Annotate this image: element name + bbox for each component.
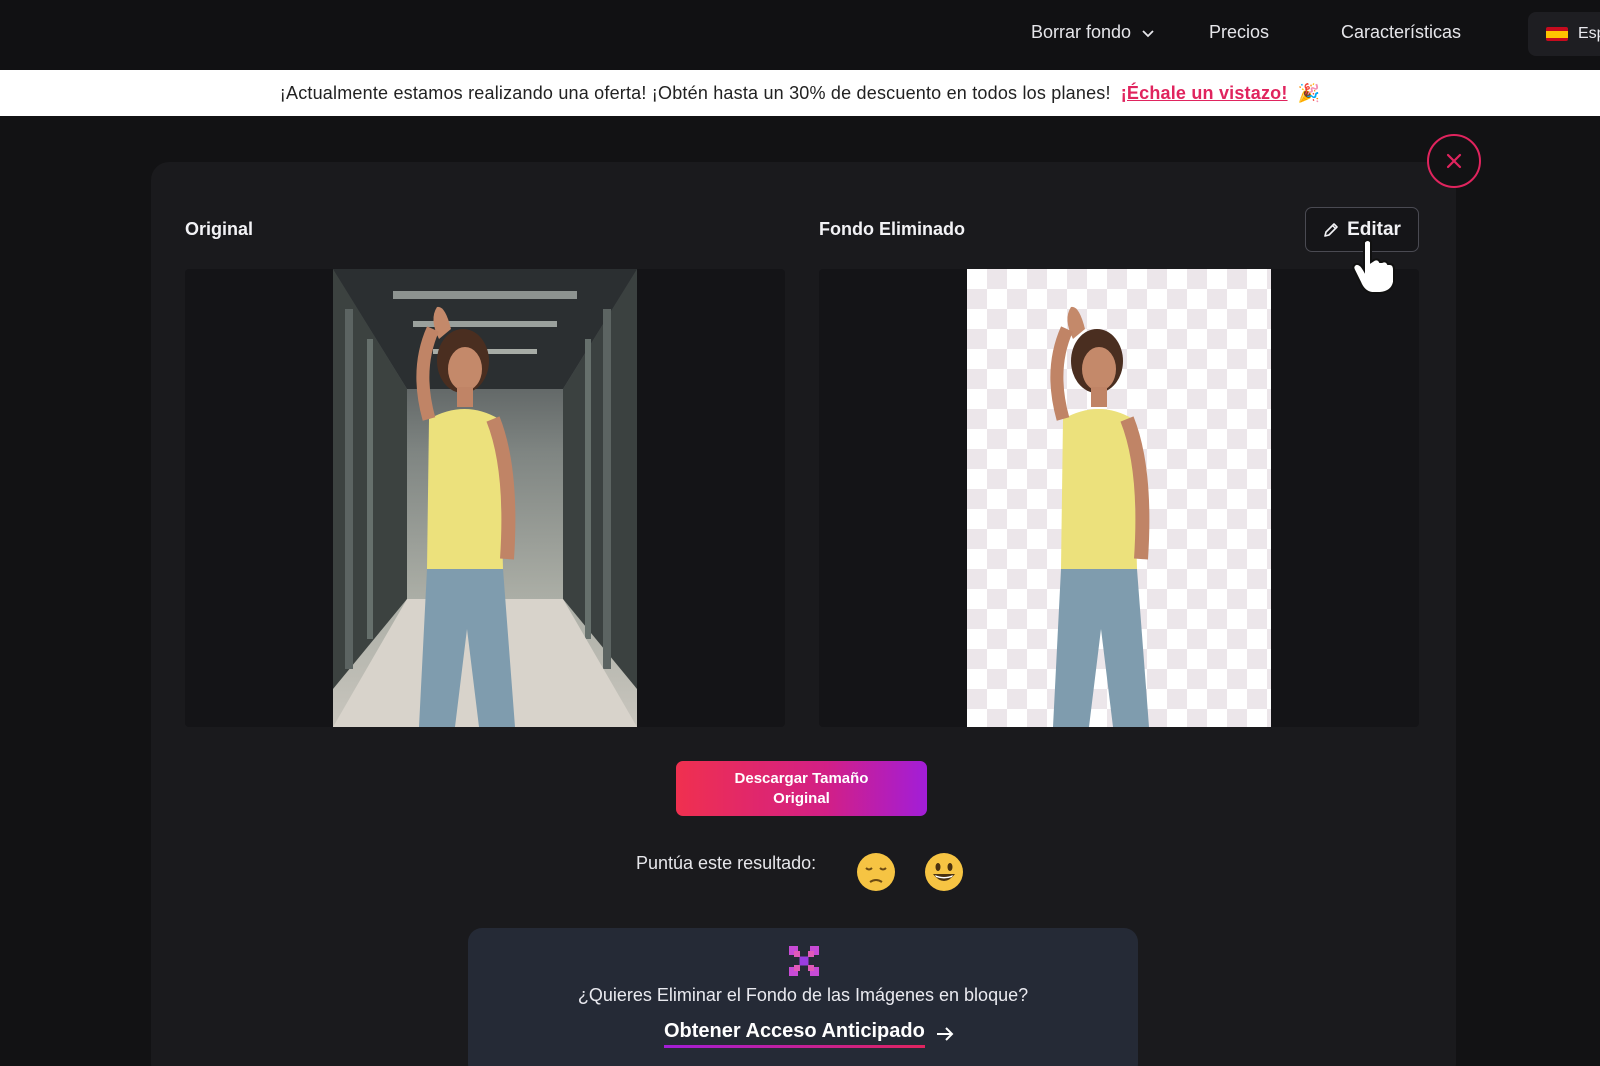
language-selector[interactable]: Esp [1528,12,1600,56]
nav-borrar-fondo-label: Borrar fondo [1031,22,1132,42]
download-original-button[interactable]: Descargar Tamaño Original [676,761,927,816]
close-icon [1446,153,1462,169]
early-access-link[interactable]: Obtener Acceso Anticipado [664,1020,955,1048]
early-access-label: Obtener Acceso Anticipado [664,1020,925,1048]
original-photo [333,269,637,727]
party-popper-icon: 🎉 [1297,82,1321,103]
chevron-down-icon [1142,29,1154,37]
sad-face-icon[interactable] [856,852,896,892]
original-photo-scene [333,269,637,727]
top-navbar: Borrar fondo Precios Características Esp [0,0,1600,70]
nav-caracteristicas[interactable]: Características [1341,22,1461,43]
cutout-photo-scene [1050,306,1150,727]
nav-precios-label: Precios [1209,22,1270,42]
promo-text: ¡Actualmente estamos realizando una ofer… [279,82,1111,103]
grinning-face-icon[interactable] [924,852,964,892]
original-label: Original [185,219,254,239]
spain-flag-icon [1546,27,1568,41]
rating-row: Puntúa este resultado: [636,853,816,874]
nav-precios[interactable]: Precios [1209,22,1269,43]
promo-link[interactable]: ¡Échale un vistazo! [1121,83,1288,104]
language-label: Esp [1578,25,1600,42]
rating-label: Puntúa este resultado: [636,853,817,873]
arrow-right-icon [936,1027,954,1041]
removed-bg-label: Fondo Eliminado [819,219,965,239]
removed-background-photo [967,269,1271,727]
close-button[interactable] [1427,134,1481,188]
pencil-icon [1324,222,1338,237]
promo-banner: ¡Actualmente estamos realizando una ofer… [0,70,1600,116]
grid-logo-icon [789,946,819,976]
bulk-question: ¿Quieres Eliminar el Fondo de las Imágen… [577,985,1029,1005]
hand-pointer-cursor-icon [1352,239,1395,294]
nav-borrar-fondo[interactable]: Borrar fondo [1031,22,1155,43]
nav-caracteristicas-label: Características [1341,22,1462,42]
